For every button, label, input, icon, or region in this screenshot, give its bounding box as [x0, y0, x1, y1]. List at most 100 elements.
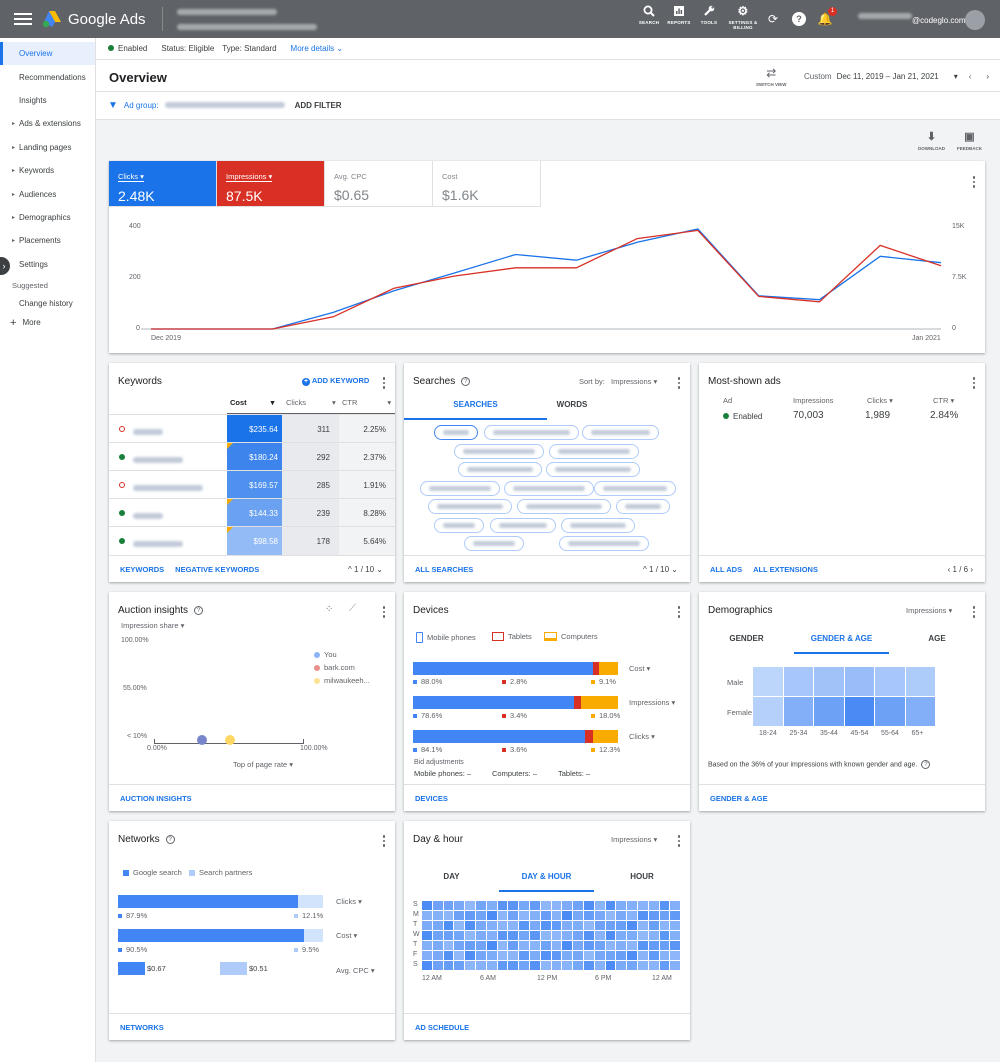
heatmap-cell[interactable]	[551, 911, 562, 920]
heatmap-cell[interactable]	[519, 911, 529, 920]
heatmap-cell[interactable]	[605, 951, 616, 960]
device-metric-dropdown[interactable]: Cost	[629, 664, 650, 673]
sidebar-item-insights[interactable]: Insights	[0, 89, 95, 112]
heatmap-cell[interactable]	[465, 901, 475, 910]
top-of-page-rate-dropdown[interactable]: Top of page rate	[233, 760, 293, 769]
heatmap-cell[interactable]	[465, 961, 475, 970]
heatmap-cell[interactable]	[443, 911, 454, 920]
heatmap-cell[interactable]	[638, 941, 648, 950]
heatmap-cell[interactable]	[573, 911, 583, 920]
search-term-chip[interactable]	[490, 517, 556, 533]
sidebar-item-landing-pages[interactable]: ▸ Landing pages	[0, 136, 95, 159]
more-details-link[interactable]: More details ⌄	[291, 44, 344, 53]
heatmap-cell[interactable]	[659, 921, 670, 930]
heatmap-cell[interactable]	[659, 941, 670, 950]
heatmap-cell[interactable]	[584, 941, 594, 950]
heatmap-cell[interactable]	[627, 921, 637, 930]
heatmap-cell[interactable]	[605, 901, 616, 910]
all-searches-link[interactable]: ALL SEARCHES	[415, 565, 473, 574]
impressions-series-line[interactable]	[151, 229, 942, 330]
heatmap-cell[interactable]	[422, 961, 432, 970]
heatmap-cell[interactable]	[627, 931, 637, 940]
heatmap-cell[interactable]	[519, 931, 529, 940]
heatmap-cell[interactable]	[562, 941, 573, 950]
network-metric-dropdown[interactable]: Clicks	[336, 897, 362, 906]
heatmap-cell[interactable]	[627, 911, 637, 920]
bid-mobile[interactable]: Mobile phones: –	[414, 769, 471, 778]
heatmap-cell[interactable]	[432, 911, 443, 920]
heatmap-cell[interactable]	[638, 901, 648, 910]
heatmap-cell[interactable]	[422, 901, 432, 910]
heatmap-cell[interactable]	[814, 697, 844, 726]
clicks-series-line[interactable]	[151, 228, 942, 330]
heatmap-cell[interactable]	[594, 931, 605, 940]
help-icon[interactable]: ?	[165, 834, 175, 844]
heatmap-cell[interactable]	[508, 921, 519, 930]
all-extensions-link[interactable]: ALL EXTENSIONS	[753, 565, 818, 574]
more-options-icon[interactable]	[381, 377, 387, 389]
heatmap-cell[interactable]	[562, 911, 573, 920]
heatmap-cell[interactable]	[540, 961, 551, 970]
trend-view-icon[interactable]: ⟋	[349, 603, 356, 614]
heatmap-cell[interactable]	[540, 951, 551, 960]
heatmap-cell[interactable]	[875, 697, 905, 726]
ctr-column-header[interactable]: CTR ▾	[933, 396, 954, 405]
heatmap-cell[interactable]	[530, 931, 540, 940]
table-row[interactable]: $169.57 285 1.91%	[109, 470, 395, 499]
heatmap-cell[interactable]	[594, 911, 605, 920]
heatmap-cell[interactable]	[540, 931, 551, 940]
heatmap-cell[interactable]	[616, 911, 627, 920]
add-keyword-button[interactable]: + ADD KEYWORD	[302, 376, 369, 386]
cost-column-header[interactable]: Cost ▾	[230, 398, 274, 407]
heatmap-cell[interactable]	[584, 901, 594, 910]
heatmap-cell[interactable]	[659, 961, 670, 970]
heatmap-cell[interactable]	[497, 931, 508, 940]
heatmap-cell[interactable]	[465, 941, 475, 950]
heatmap-cell[interactable]	[551, 901, 562, 910]
search-term-chip[interactable]	[549, 443, 639, 459]
heatmap-cell[interactable]	[432, 941, 443, 950]
date-range-picker[interactable]: Custom Dec 11, 2019 – Jan 21, 2021 ▾ ‹ ›	[804, 72, 989, 81]
chevron-up-icon[interactable]: ^	[643, 565, 647, 574]
sidebar-item-keywords[interactable]: ▸ Keywords	[0, 159, 95, 182]
heatmap-cell[interactable]	[648, 911, 659, 920]
sidebar-item-overview[interactable]: Overview	[0, 42, 95, 66]
demographics-metric-dropdown[interactable]: Impressions	[906, 606, 952, 615]
search-term-chip[interactable]	[517, 499, 611, 514]
heatmap-cell[interactable]	[443, 931, 454, 940]
heatmap-cell[interactable]	[443, 951, 454, 960]
clicks-column-header[interactable]: Clicks ▾	[867, 396, 893, 405]
more-options-icon[interactable]	[676, 835, 682, 847]
sidebar-item-demographics[interactable]: ▸ Demographics	[0, 206, 95, 229]
heatmap-cell[interactable]	[432, 901, 443, 910]
more-options-icon[interactable]	[381, 606, 387, 618]
heatmap-cell[interactable]	[519, 921, 529, 930]
switch-view-button[interactable]: ⇄ SWITCH VIEW	[756, 66, 787, 87]
keyword-text[interactable]	[133, 427, 163, 437]
reports-button[interactable]: REPORTS	[664, 4, 694, 30]
heatmap-cell[interactable]	[443, 901, 454, 910]
refresh-icon[interactable]: ⟳	[766, 12, 780, 26]
devices-link[interactable]: DEVICES	[415, 794, 448, 803]
heatmap-cell[interactable]	[476, 951, 486, 960]
heatmap-cell[interactable]	[486, 951, 497, 960]
heatmap-cell[interactable]	[486, 961, 497, 970]
previous-period-icon[interactable]: ‹	[969, 72, 972, 81]
heatmap-cell[interactable]	[605, 931, 616, 940]
heatmap-cell[interactable]	[519, 961, 529, 970]
tab-day-hour[interactable]: DAY & HOUR	[499, 872, 594, 892]
heatmap-cell[interactable]	[616, 921, 627, 930]
sidebar-item-settings[interactable]: Settings	[0, 253, 95, 276]
heatmap-cell[interactable]	[540, 911, 551, 920]
search-term-chip[interactable]	[504, 480, 594, 496]
add-filter-button[interactable]: ADD FILTER	[295, 101, 342, 110]
searches-pager[interactable]: ^ 1 / 10 ⌄	[643, 565, 678, 574]
ads-pager[interactable]: ‹ 1 / 6 ›	[948, 565, 973, 574]
heatmap-cell[interactable]	[497, 911, 508, 920]
impression-share-dropdown[interactable]: Impression share	[121, 621, 184, 630]
search-term-chip[interactable]	[464, 536, 524, 551]
heatmap-cell[interactable]	[573, 961, 583, 970]
heatmap-cell[interactable]	[573, 951, 583, 960]
heatmap-cell[interactable]	[432, 961, 443, 970]
feedback-button[interactable]: ▣ FEEDBACK	[957, 130, 982, 151]
